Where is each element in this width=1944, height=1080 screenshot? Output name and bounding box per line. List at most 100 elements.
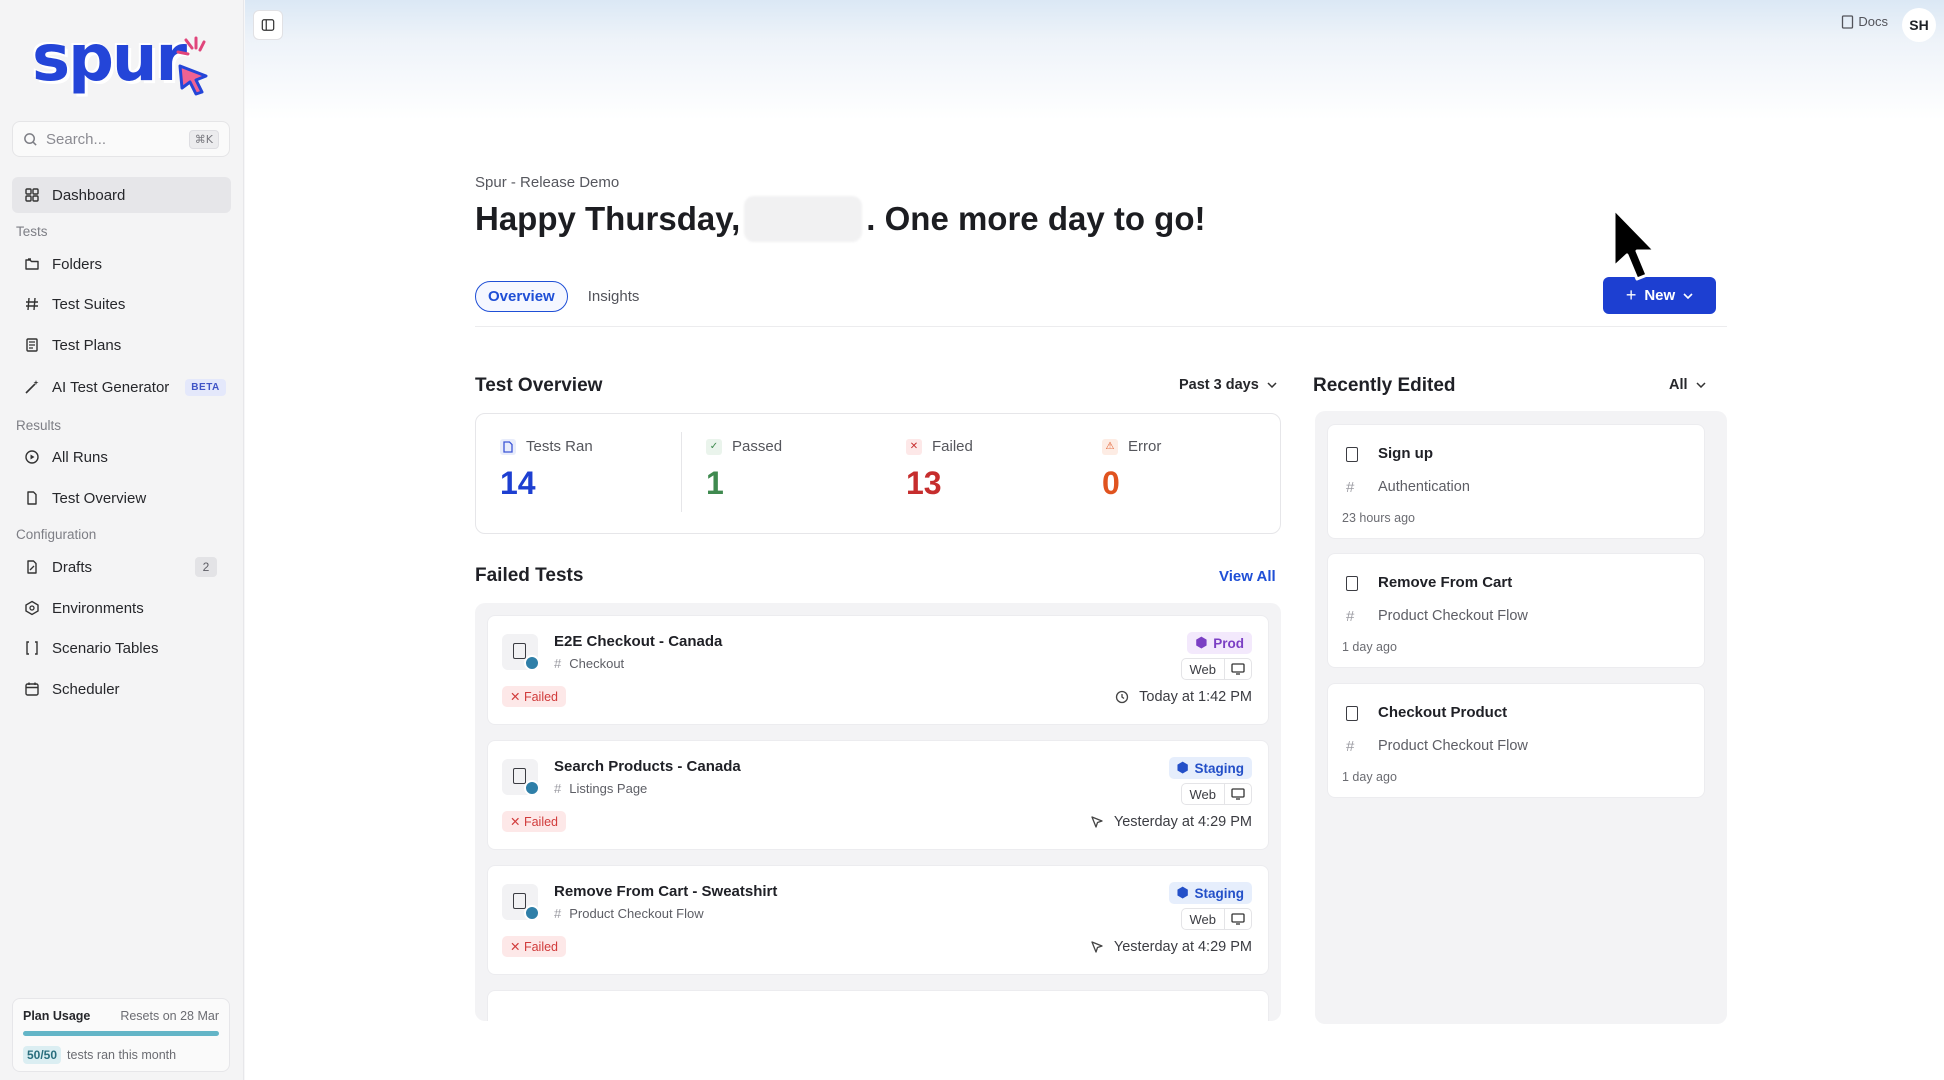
sidebar-item-drafts[interactable]: Drafts 2 xyxy=(12,549,231,585)
search-input[interactable]: Search... ⌘K xyxy=(12,121,230,157)
sidebar-item-label: All Runs xyxy=(52,448,108,466)
breadcrumb: Spur - Release Demo xyxy=(475,174,620,191)
recent-item[interactable]: Sign up # Authentication 23 hours ago xyxy=(1327,424,1705,539)
test-overview-card: Tests Ran 14 ✓ Passed 1 ✕ Failed 13 ⚠ Er… xyxy=(475,413,1281,534)
recent-item-suite: Product Checkout Flow xyxy=(1378,608,1528,624)
avatar[interactable]: SH xyxy=(1902,8,1936,42)
brackets-icon xyxy=(26,641,38,655)
sidebar-item-scenario-tables[interactable]: Scenario Tables xyxy=(12,630,231,666)
environment-icon: ⬢ xyxy=(1195,635,1208,650)
section-tests: Tests xyxy=(16,224,48,239)
divider xyxy=(681,432,682,512)
chevron-down-icon xyxy=(1696,382,1706,388)
failed-test-card[interactable]: Remove From Cart - Sweatshirt # Product C… xyxy=(487,865,1269,975)
stat-label: Tests Ran xyxy=(526,438,593,455)
stat-failed[interactable]: ✕ Failed 13 xyxy=(906,438,973,502)
test-name: Search Products - Canada xyxy=(554,758,741,775)
sidebar-item-test-overview[interactable]: Test Overview xyxy=(12,480,231,516)
platform-chip: Web xyxy=(1180,658,1252,680)
sidebar-item-all-runs[interactable]: All Runs xyxy=(12,439,231,475)
page-title: Happy Thursday, . One more day to go! xyxy=(475,196,1205,242)
sidebar-item-folders[interactable]: Folders xyxy=(12,246,231,282)
recent-item-suite: Product Checkout Flow xyxy=(1378,738,1528,754)
file-icon xyxy=(1346,447,1358,462)
file-icon xyxy=(500,438,516,455)
test-overview-title: Test Overview xyxy=(475,375,603,396)
run-time: Today at 1:42 PM xyxy=(1115,689,1252,705)
environment-label: Prod xyxy=(1213,635,1244,651)
recent-filter-dropdown[interactable]: All xyxy=(1669,377,1706,393)
test-suite: Checkout xyxy=(569,656,625,671)
docs-link[interactable]: Docs xyxy=(1841,14,1888,29)
stat-passed[interactable]: ✓ Passed 1 xyxy=(706,438,782,502)
sidebar-toggle-icon xyxy=(261,19,275,31)
view-all-link[interactable]: View All xyxy=(1219,568,1276,585)
failed-test-card[interactable]: E2E Checkout - Canada # Checkout ✕ Failed… xyxy=(487,615,1269,725)
divider xyxy=(475,326,1727,327)
test-file-icon xyxy=(502,759,540,796)
status-badge: ✕ Failed xyxy=(502,811,566,832)
failed-tests-title: Failed Tests xyxy=(475,565,584,586)
date-range-dropdown[interactable]: Past 3 days xyxy=(1179,377,1277,393)
failed-test-card[interactable] xyxy=(487,990,1269,1021)
run-time-label: Today at 1:42 PM xyxy=(1139,689,1252,705)
tab-overview[interactable]: Overview xyxy=(475,281,568,312)
sidebar-item-scheduler[interactable]: Scheduler xyxy=(12,671,231,707)
test-name: Remove From Cart - Sweatshirt xyxy=(554,883,778,900)
recent-item-time: 1 day ago xyxy=(1342,640,1397,654)
sidebar-item-environments[interactable]: Environments xyxy=(12,590,231,626)
recent-item[interactable]: Checkout Product # Product Checkout Flow… xyxy=(1327,683,1705,798)
recent-item[interactable]: Remove From Cart # Product Checkout Flow… xyxy=(1327,553,1705,668)
file-icon xyxy=(27,491,37,505)
stat-value: 14 xyxy=(500,465,536,501)
monitor-icon xyxy=(1231,663,1245,675)
file-icon xyxy=(1346,576,1358,591)
platform-label: Web xyxy=(1189,786,1217,802)
mouse-pointer-icon xyxy=(1612,207,1657,281)
failed-test-card[interactable]: Search Products - Canada # Listings Page … xyxy=(487,740,1269,850)
chevron-down-icon xyxy=(1267,382,1277,388)
sidebar-item-test-suites[interactable]: Test Suites xyxy=(12,286,231,322)
monitor-icon xyxy=(1231,788,1245,800)
tabs: Overview Insights xyxy=(475,281,651,312)
plus-icon: + xyxy=(1625,285,1637,305)
spur-logo[interactable]: spur xyxy=(32,22,212,106)
logo-text: spur xyxy=(32,22,187,96)
stat-tests-ran[interactable]: Tests Ran 14 xyxy=(500,438,593,502)
sidebar-toggle-button[interactable] xyxy=(253,10,283,40)
sidebar-item-label: Test Plans xyxy=(52,336,122,354)
sidebar-item-dashboard[interactable]: Dashboard xyxy=(12,177,231,213)
sidebar-item-ai-test-generator[interactable]: AI Test Generator BETA xyxy=(12,369,231,405)
sidebar-item-label: Environments xyxy=(52,599,144,617)
run-time: Yesterday at 4:29 PM xyxy=(1090,814,1252,830)
warning-icon: ⚠ xyxy=(1102,438,1118,455)
run-time-label: Yesterday at 4:29 PM xyxy=(1113,939,1252,955)
play-circle-icon xyxy=(25,450,39,464)
stat-value: 1 xyxy=(706,465,724,501)
sidebar-item-label: Folders xyxy=(52,255,103,273)
sidebar-item-test-plans[interactable]: Test Plans xyxy=(12,327,231,363)
recent-item-name: Checkout Product xyxy=(1378,704,1508,721)
plan-usage-text: tests ran this month xyxy=(67,1048,177,1062)
plan-reset-date: Resets on 28 Mar xyxy=(120,1009,219,1023)
cursor-spark-icon xyxy=(176,36,208,96)
magic-wand-icon xyxy=(25,380,39,394)
hash-icon: # xyxy=(1346,479,1355,496)
monitor-icon xyxy=(1231,913,1245,925)
test-file-icon xyxy=(502,884,540,921)
check-icon: ✓ xyxy=(706,438,722,455)
environment-badge: ⬢ Staging xyxy=(1168,757,1252,779)
hash-icon: # xyxy=(554,656,562,671)
plan-usage-title: Plan Usage xyxy=(23,1009,91,1023)
environment-badge: ⬢ Staging xyxy=(1168,882,1252,904)
sidebar-item-label: Scheduler xyxy=(52,680,120,698)
search-icon xyxy=(24,132,37,146)
tab-insights[interactable]: Insights xyxy=(576,282,652,311)
section-results: Results xyxy=(16,418,62,433)
redacted-name xyxy=(744,196,863,242)
hash-icon: # xyxy=(1346,738,1355,755)
status-badge: ✕ Failed xyxy=(502,686,566,707)
sidebar-item-label: Scenario Tables xyxy=(52,639,159,657)
stat-error[interactable]: ⚠ Error 0 xyxy=(1102,438,1161,502)
file-icon xyxy=(1346,706,1358,721)
